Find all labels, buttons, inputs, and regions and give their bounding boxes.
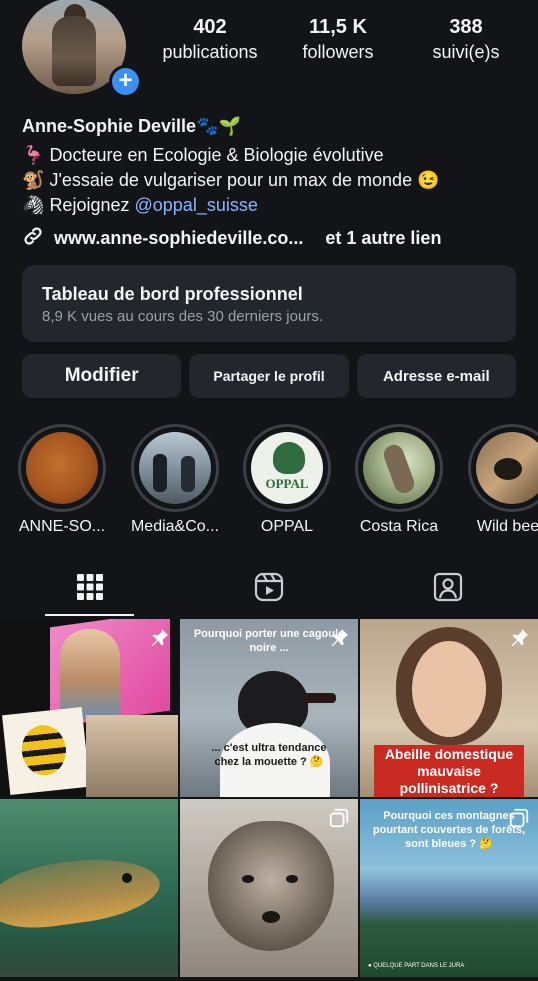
website-link[interactable]: www.anne-sophiedeville.co... — [54, 228, 303, 249]
link-icon — [22, 225, 44, 252]
highlight-ring — [131, 424, 219, 512]
post-caption-bottom: ... c'est ultra tendance chez la mouette… — [211, 742, 327, 768]
highlight-item[interactable]: ANNE-SO... — [6, 424, 118, 536]
stat-value: 388 — [449, 16, 483, 38]
monkey-emoji: 🐒 — [22, 170, 45, 190]
stat-value: 402 — [193, 16, 227, 38]
fox-eye-right — [286, 875, 298, 883]
profile-actions: Modifier Partager le profil Adresse e-ma… — [22, 354, 516, 398]
tab-posts[interactable] — [0, 560, 179, 618]
fish-body — [0, 849, 164, 935]
highlight-ring — [468, 424, 538, 512]
highlight-ring — [355, 424, 443, 512]
dashboard-subtitle: 8,9 K vues au cours des 30 derniers jour… — [42, 308, 323, 325]
highlight-label: Costa Rica — [359, 518, 439, 535]
zebra-emoji: 🦓 — [22, 195, 45, 215]
bio-line-1: 🦩 Docteure en Ecologie & Biologie évolut… — [22, 143, 440, 168]
highlight-label: Wild bees — [476, 518, 538, 535]
profile-bio: 🦩 Docteure en Ecologie & Biologie évolut… — [22, 143, 440, 218]
avatar-figure — [52, 16, 96, 86]
bio-text: Rejoignez — [49, 195, 135, 215]
bio-text: Docteure en Ecologie & Biologie évolutiv… — [49, 145, 384, 165]
multi-post-icon — [508, 807, 530, 829]
highlight-item[interactable]: OPPAL OPPAL — [231, 424, 343, 536]
tab-reels[interactable] — [179, 560, 358, 618]
highlight-item[interactable]: Costa Rica — [343, 424, 455, 536]
fish-eye — [122, 873, 132, 883]
location-label: ● QUELQUE PART DANS LE JURA — [368, 963, 464, 969]
highlight-item[interactable]: Media&Co... — [119, 424, 231, 536]
river-bed — [0, 937, 178, 977]
bio-line-2: 🐒 J'essaie de vulgariser pour un max de … — [22, 168, 440, 193]
fox-logo-icon — [273, 442, 305, 474]
highlight-label: ANNE-SO... — [18, 518, 106, 535]
stat-label: suivi(e)s — [432, 42, 500, 62]
post-tile[interactable]: Pourquoi ces montagnes pourtant couverte… — [360, 799, 538, 977]
profile-avatar[interactable]: + — [22, 0, 142, 100]
email-button[interactable]: Adresse e-mail — [356, 354, 516, 398]
highlight-item[interactable]: Wild bees — [456, 424, 538, 536]
professional-dashboard[interactable]: Tableau de bord professionnel 8,9 K vues… — [22, 265, 516, 342]
post-image-card — [2, 707, 90, 795]
profile-name: Anne-Sophie Deville🐾🌱 — [22, 116, 241, 136]
stat-value: 11,5 K — [309, 16, 367, 38]
edit-profile-button[interactable]: Modifier — [22, 354, 182, 398]
tab-tagged[interactable] — [359, 560, 538, 618]
post-caption: Pourquoi ces montagnes pourtant couverte… — [372, 810, 526, 850]
post-tile[interactable]: Abeille domestique mauvaise pollinisatri… — [360, 619, 538, 797]
oppal-logo-text: OPPAL — [265, 476, 309, 491]
pin-icon — [328, 627, 350, 649]
person-face — [412, 641, 486, 737]
pin-icon — [508, 627, 530, 649]
post-tile[interactable] — [0, 799, 178, 977]
highlight-label: Media&Co... — [130, 518, 220, 535]
bio-text: J'essaie de vulgariser pour un max de mo… — [49, 170, 440, 190]
highlight-ring: OPPAL — [243, 424, 331, 512]
story-highlights: ANNE-SO... Media&Co... OPPAL OPPAL Costa… — [0, 424, 538, 539]
grid-icon — [76, 573, 104, 606]
fox-face — [208, 821, 334, 951]
multi-post-icon — [328, 807, 350, 829]
highlight-cover — [26, 432, 98, 504]
highlight-cover: OPPAL — [251, 432, 323, 504]
stat-label: publications — [162, 42, 258, 62]
dashboard-title: Tableau de bord professionnel — [42, 284, 303, 304]
post-tile[interactable] — [0, 619, 178, 797]
bee-icon — [19, 723, 69, 778]
tagged-icon — [432, 571, 464, 608]
post-image-person — [60, 629, 120, 719]
fox-nose — [262, 911, 280, 923]
post-caption-top: Pourquoi porter une cagoule noire ... — [193, 628, 345, 654]
add-story-plus-icon[interactable]: + — [109, 65, 142, 98]
share-profile-button[interactable]: Partager le profil — [189, 354, 349, 398]
gull-beak — [302, 693, 336, 703]
post-tile[interactable]: Pourquoi porter une cagoule noire ... ..… — [180, 619, 358, 797]
profile-stats: 402 publications 11,5 K followers 388 su… — [146, 14, 530, 64]
post-caption: Abeille domestique mauvaise pollinisatri… — [384, 746, 514, 796]
stat-followers[interactable]: 11,5 K followers — [274, 14, 402, 64]
mention-link[interactable]: @oppal_suisse — [135, 195, 258, 215]
bio-line-3: 🦓 Rejoignez @oppal_suisse — [22, 193, 440, 218]
profile-links[interactable]: www.anne-sophiedeville.co... et 1 autre … — [22, 225, 441, 252]
highlight-ring — [18, 424, 106, 512]
highlight-label: OPPAL — [260, 518, 314, 535]
profile-tabs — [0, 560, 538, 618]
highlight-cover — [476, 432, 538, 504]
stat-label: followers — [302, 42, 374, 62]
stat-publications[interactable]: 402 publications — [146, 14, 274, 64]
location-text: QUELQUE PART DANS LE JURA — [373, 963, 465, 969]
stat-following[interactable]: 388 suivi(e)s — [402, 14, 530, 64]
highlight-cover — [363, 432, 435, 504]
post-tile[interactable] — [180, 799, 358, 977]
reels-icon — [253, 571, 285, 608]
more-links[interactable]: et 1 autre lien — [325, 228, 441, 249]
location-pin-icon: ● — [368, 963, 372, 969]
flamingo-emoji: 🦩 — [22, 145, 45, 165]
posts-grid: Pourquoi porter une cagoule noire ... ..… — [0, 619, 538, 977]
post-image-crowd — [86, 715, 178, 797]
fox-eye-left — [242, 875, 254, 883]
highlight-cover — [139, 432, 211, 504]
pin-icon — [148, 627, 170, 649]
